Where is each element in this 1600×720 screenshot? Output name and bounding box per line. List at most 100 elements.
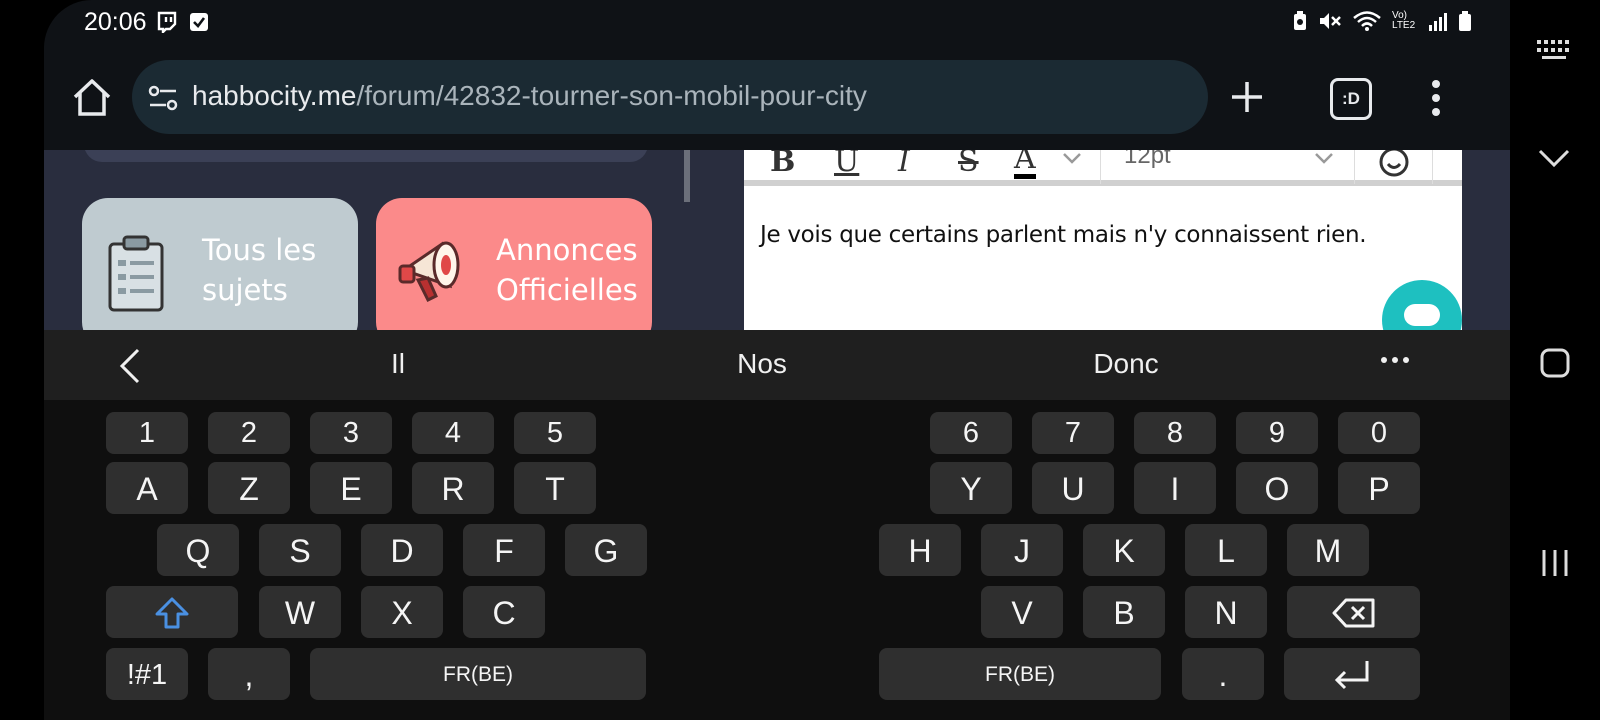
status-bar: 20:06 Vo) LTE2 <box>44 0 1510 46</box>
new-tab-icon[interactable] <box>1224 74 1270 120</box>
key-v[interactable]: V <box>981 586 1063 638</box>
split-keyboard: Il Nos Donc 1 2 3 4 5 A Z E R T Q S D F … <box>44 330 1510 720</box>
key-6[interactable]: 6 <box>930 412 1012 454</box>
address-bar[interactable]: habbocity.me/forum/42832-tourner-son-mob… <box>132 60 1208 134</box>
home-icon[interactable] <box>70 76 114 120</box>
card-label: Tous les sujets <box>202 233 317 307</box>
key-q[interactable]: Q <box>157 524 239 576</box>
key-8[interactable]: 8 <box>1134 412 1216 454</box>
enter-key[interactable] <box>1284 648 1420 700</box>
message-editor[interactable]: B U I S A 12pt Je vois que certains parl… <box>744 150 1462 330</box>
font-size-select[interactable]: 12pt <box>1124 150 1171 170</box>
tab-switcher-button[interactable]: :D <box>1330 78 1372 120</box>
symbols-key[interactable]: !#1 <box>106 648 188 700</box>
battery-saver-icon <box>1294 11 1306 30</box>
emoji-icon[interactable] <box>1378 150 1410 178</box>
key-p[interactable]: P <box>1338 462 1420 514</box>
key-1[interactable]: 1 <box>106 412 188 454</box>
bold-button[interactable]: B <box>770 150 795 179</box>
url-text[interactable]: habbocity.me/forum/42832-tourner-son-mob… <box>192 80 867 112</box>
key-x[interactable]: X <box>361 586 443 638</box>
key-y[interactable]: Y <box>930 462 1012 514</box>
key-f[interactable]: F <box>463 524 545 576</box>
key-o[interactable]: O <box>1236 462 1318 514</box>
strikethrough-button[interactable]: S <box>958 150 979 179</box>
signal-icon <box>1429 13 1447 31</box>
period-key[interactable]: . <box>1182 648 1264 700</box>
url-domain: habbocity.me <box>192 80 357 111</box>
twitch-icon <box>157 11 177 33</box>
more-suggestions-icon[interactable] <box>1380 356 1410 364</box>
key-l[interactable]: L <box>1185 524 1267 576</box>
toolbar-divider <box>1100 150 1101 184</box>
suggestion-1[interactable]: Il <box>391 348 405 380</box>
key-u[interactable]: U <box>1032 462 1114 514</box>
key-5[interactable]: 5 <box>514 412 596 454</box>
key-2[interactable]: 2 <box>208 412 290 454</box>
key-c[interactable]: C <box>463 586 545 638</box>
shift-arrow-icon <box>155 597 189 629</box>
key-k[interactable]: K <box>1083 524 1165 576</box>
key-s[interactable]: S <box>259 524 341 576</box>
clipboard-icon <box>108 235 164 312</box>
key-9[interactable]: 9 <box>1236 412 1318 454</box>
shift-key[interactable] <box>106 586 238 638</box>
underline-button[interactable]: U <box>834 150 859 179</box>
backspace-icon <box>1332 598 1374 628</box>
space-key-left[interactable]: FR(BE) <box>310 648 646 700</box>
site-settings-icon[interactable] <box>148 85 178 111</box>
key-w[interactable]: W <box>259 586 341 638</box>
battery-icon <box>1459 11 1471 31</box>
keyboard-icon[interactable] <box>1536 38 1572 62</box>
status-icons: Vo) LTE2 <box>1292 10 1472 32</box>
card-label: Annonces Officielles <box>496 233 638 307</box>
key-4[interactable]: 4 <box>412 412 494 454</box>
key-a[interactable]: A <box>106 462 188 514</box>
megaphone-icon <box>398 241 460 303</box>
key-r[interactable]: R <box>412 462 494 514</box>
all-topics-card[interactable]: Tous les sujets <box>82 198 358 330</box>
key-n[interactable]: N <box>1185 586 1267 638</box>
chat-bubble-icon <box>1404 304 1440 326</box>
key-j[interactable]: J <box>981 524 1063 576</box>
suggestion-3[interactable]: Donc <box>1093 348 1158 380</box>
web-page: Tous les sujets Annonces Officielles B U… <box>44 150 1510 330</box>
comma-key[interactable]: , <box>208 648 290 700</box>
system-nav-bar <box>1510 0 1600 720</box>
page-scrollbar[interactable] <box>684 150 690 202</box>
key-3[interactable]: 3 <box>310 412 392 454</box>
space-key-right[interactable]: FR(BE) <box>879 648 1161 700</box>
key-h[interactable]: H <box>879 524 961 576</box>
back-chevron-icon[interactable] <box>118 348 142 384</box>
key-7[interactable]: 7 <box>1032 412 1114 454</box>
toolbar-divider <box>1354 150 1355 184</box>
key-z[interactable]: Z <box>208 462 290 514</box>
editor-toolbar: B U I S A 12pt <box>744 150 1462 186</box>
official-announcements-card[interactable]: Annonces Officielles <box>376 198 652 330</box>
chevron-down-icon[interactable] <box>1314 152 1334 164</box>
search-panel-edge <box>84 150 648 162</box>
key-g[interactable]: G <box>565 524 647 576</box>
key-m[interactable]: M <box>1287 524 1369 576</box>
wifi-icon <box>1353 11 1381 31</box>
home-nav-icon[interactable] <box>1540 348 1570 378</box>
key-i[interactable]: I <box>1134 462 1216 514</box>
enter-icon <box>1334 661 1369 690</box>
phone-screen: 20:06 Vo) LTE2 habbocity.me/forum/42832-… <box>44 0 1510 720</box>
key-d[interactable]: D <box>361 524 443 576</box>
key-t[interactable]: T <box>514 462 596 514</box>
suggestion-2[interactable]: Nos <box>737 348 787 380</box>
key-e[interactable]: E <box>310 462 392 514</box>
backspace-key[interactable] <box>1287 586 1420 638</box>
chevron-down-icon[interactable] <box>1062 152 1082 164</box>
hide-keyboard-icon[interactable] <box>1538 148 1570 168</box>
italic-button[interactable]: I <box>898 150 910 179</box>
more-options-icon[interactable] <box>1426 76 1446 120</box>
text-color-button[interactable]: A <box>1014 150 1036 179</box>
key-0[interactable]: 0 <box>1338 412 1420 454</box>
network-type: Vo) LTE2 <box>1392 10 1416 31</box>
recent-apps-icon[interactable] <box>1540 548 1570 578</box>
key-b[interactable]: B <box>1083 586 1165 638</box>
editor-content[interactable]: Je vois que certains parlent mais n'y co… <box>760 222 1367 248</box>
checkbox-notification-icon <box>190 13 208 31</box>
